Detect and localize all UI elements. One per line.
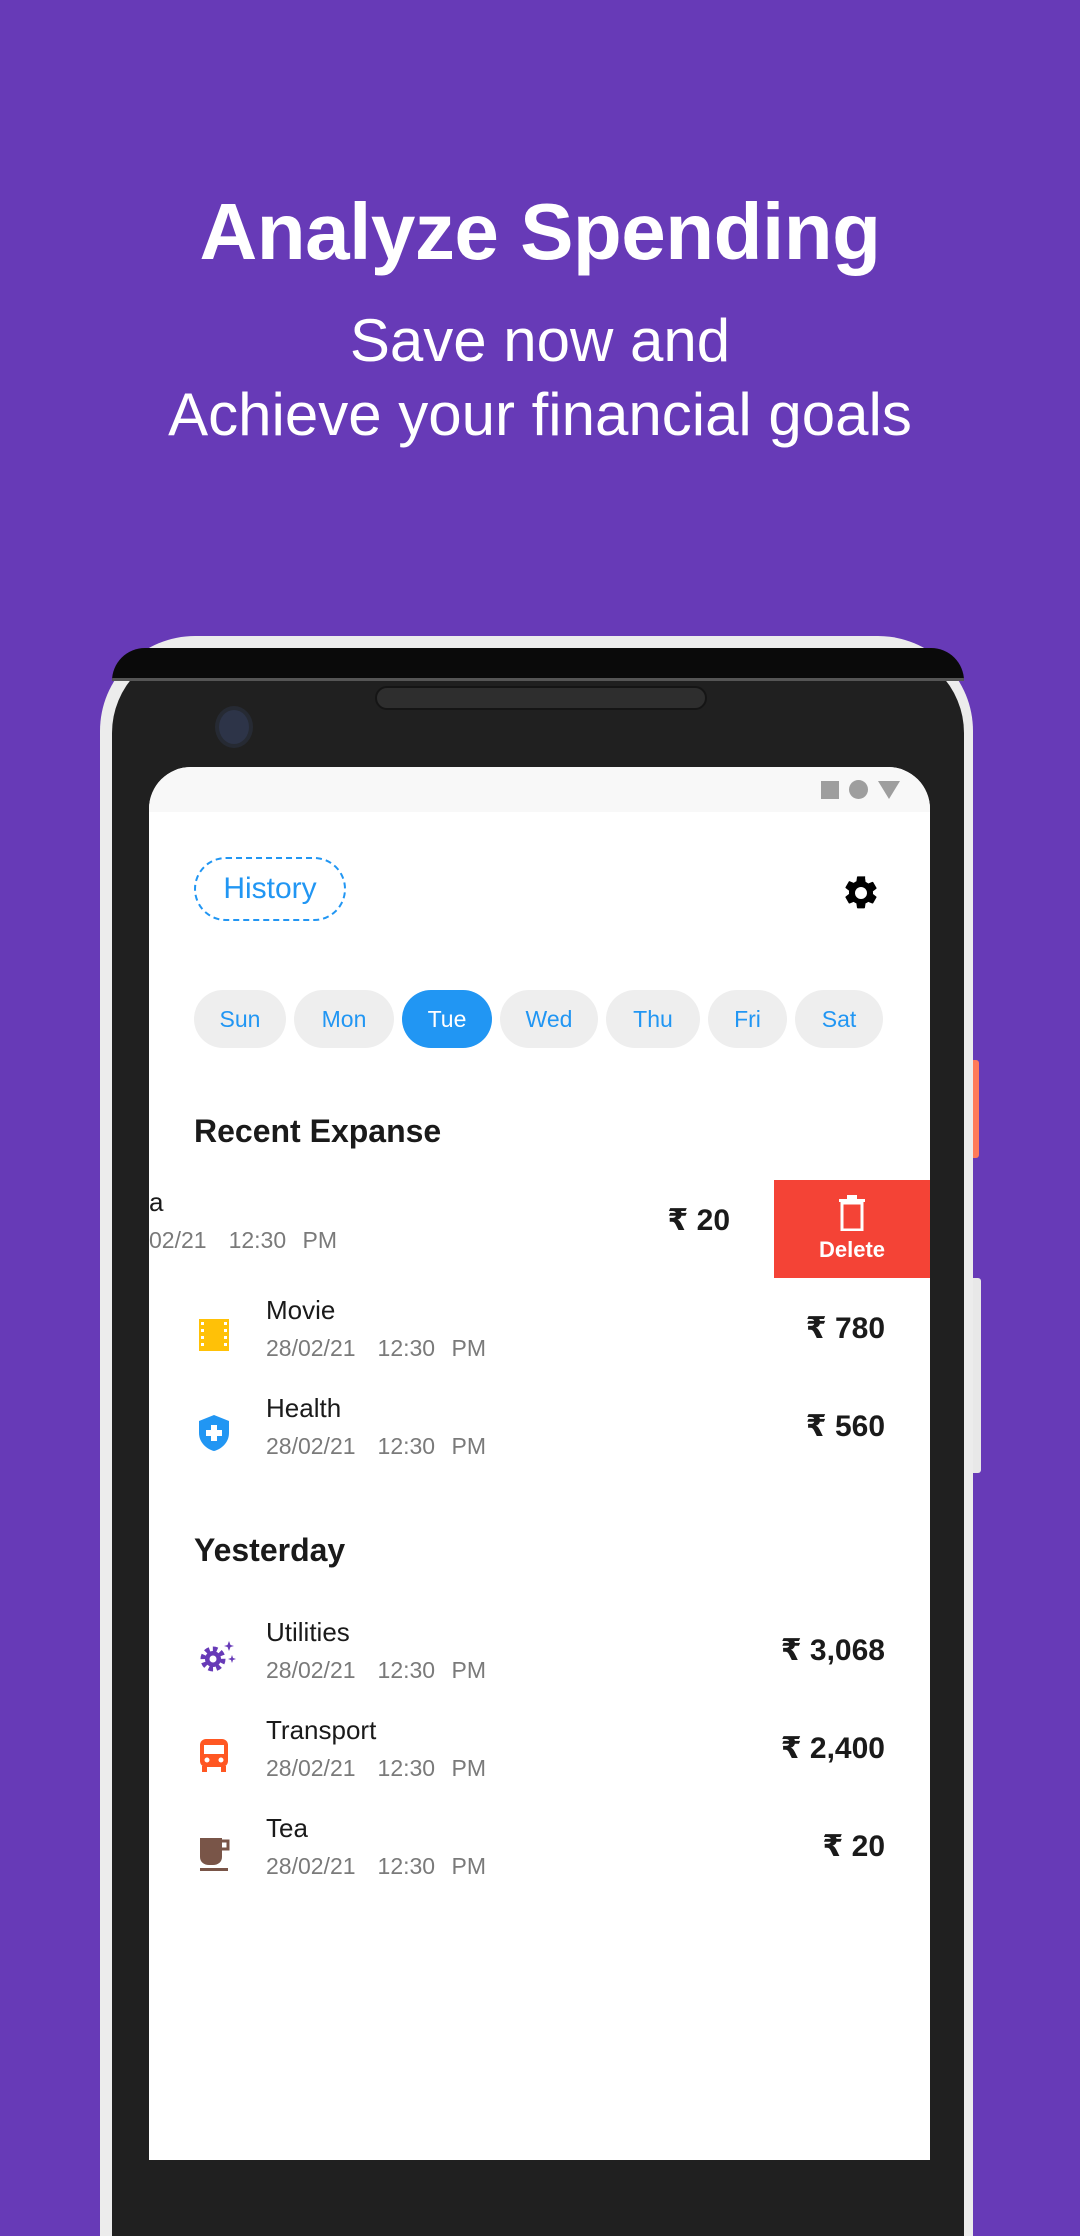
expense-date: 28/02/21 xyxy=(266,1853,356,1879)
day-chip-tue[interactable]: Tue xyxy=(402,990,492,1048)
day-chip-fri[interactable]: Fri xyxy=(708,990,787,1048)
expense-date: 28/02/21 xyxy=(266,1433,356,1459)
circle-icon xyxy=(849,780,868,799)
expense-date: 28/02/21 xyxy=(266,1657,356,1683)
promo-subtitle-line2: Achieve your financial goals xyxy=(168,381,912,448)
expense-time: 12:30 PM xyxy=(377,1433,486,1459)
day-selector: Sun Mon Tue Wed Thu Fri Sat xyxy=(194,990,883,1048)
app-screen: History Sun Mon Tue Wed Thu Fri Sat Rece… xyxy=(149,767,930,2160)
expense-row[interactable]: Utilities 28/02/21 12:30 PM ₹ 3,068 xyxy=(149,1615,930,1705)
expense-row[interactable]: Tea 28/02/21 12:30 PM ₹ 20 xyxy=(149,1811,930,1901)
expense-amount: ₹ 780 xyxy=(805,1312,885,1345)
triangle-icon xyxy=(878,780,900,799)
status-bar xyxy=(149,767,930,812)
expense-row[interactable]: Movie 28/02/21 12:30 PM ₹ 780 xyxy=(149,1293,930,1383)
expense-name: Tea xyxy=(266,1813,308,1843)
expense-datetime: 28/02/21 12:30 PM xyxy=(266,1335,508,1362)
bezel-top-edge xyxy=(112,648,964,681)
expense-row[interactable]: Health 28/02/21 12:30 PM ₹ 560 xyxy=(149,1391,930,1481)
expense-date: 28/02/21 xyxy=(266,1335,356,1361)
expense-amount: ₹ 560 xyxy=(805,1410,885,1443)
expense-time: 12:30 PM xyxy=(377,1755,486,1781)
promo-title: Analyze Spending xyxy=(199,187,881,276)
shield-plus-icon xyxy=(199,1415,229,1451)
day-chip-wed[interactable]: Wed xyxy=(500,990,598,1048)
front-camera xyxy=(219,710,249,744)
day-chip-sun[interactable]: Sun xyxy=(194,990,286,1048)
expense-amount: ₹ 20 xyxy=(822,1830,885,1863)
expense-amount: ₹ 20 xyxy=(667,1204,730,1237)
recent-expanse-heading: Recent Expanse xyxy=(194,1113,442,1149)
promo-subtitle-line1: Save now and xyxy=(349,307,731,374)
expense-datetime: 28/02/21 12:30 PM xyxy=(266,1657,508,1684)
expense-datetime: 28/02/21 12:30 PM xyxy=(266,1755,508,1782)
gear-icon[interactable] xyxy=(841,873,881,913)
expense-time: 12:30 PM xyxy=(377,1657,486,1683)
expense-row[interactable]: Transport 28/02/21 12:30 PM ₹ 2,400 xyxy=(149,1713,930,1803)
expense-name: Movie xyxy=(266,1295,336,1325)
expense-date: 02/21 xyxy=(149,1227,207,1253)
expense-name: Transport xyxy=(266,1715,377,1745)
delete-button[interactable]: Delete xyxy=(774,1180,930,1278)
expense-time: 12:30 PM xyxy=(377,1853,486,1879)
cup-icon xyxy=(200,1838,230,1871)
expense-datetime: 28/02/21 12:30 PM xyxy=(266,1433,508,1460)
yesterday-heading: Yesterday xyxy=(194,1532,346,1568)
expense-date: 28/02/21 xyxy=(266,1755,356,1781)
expense-time: 12:30 PM xyxy=(377,1335,486,1361)
expense-name: Utilities xyxy=(266,1617,350,1647)
expense-time: 12:30 PM xyxy=(228,1227,338,1253)
speaker-grille xyxy=(375,686,707,710)
film-icon xyxy=(199,1319,229,1351)
power-button xyxy=(973,1060,979,1158)
delete-label: Delete xyxy=(818,1237,886,1262)
gear-sparkle-icon xyxy=(200,1641,236,1672)
day-chip-thu[interactable]: Thu xyxy=(606,990,700,1048)
expense-name: a xyxy=(149,1187,164,1217)
expense-amount: ₹ 3,068 xyxy=(780,1634,885,1667)
day-chip-mon[interactable]: Mon xyxy=(294,990,394,1048)
expense-amount: ₹ 2,400 xyxy=(780,1732,885,1765)
bus-icon xyxy=(200,1739,228,1772)
square-icon xyxy=(821,780,839,799)
day-chip-sat[interactable]: Sat xyxy=(795,990,883,1048)
expense-datetime: 02/21 12:30 PM xyxy=(149,1227,359,1254)
expense-datetime: 28/02/21 12:30 PM xyxy=(266,1853,508,1880)
expense-name: Health xyxy=(266,1393,342,1423)
volume-button xyxy=(973,1278,981,1473)
history-button[interactable]: History xyxy=(194,857,346,921)
trash-icon xyxy=(839,1195,865,1231)
